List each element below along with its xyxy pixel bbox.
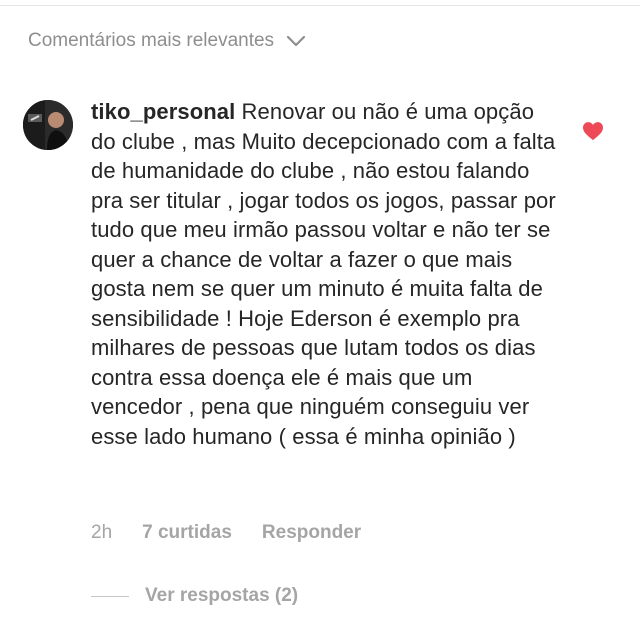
comment-text: Renovar ou não é uma opção do clube , ma… <box>91 99 556 449</box>
view-replies-button[interactable]: Ver respostas (2) <box>91 585 298 607</box>
comment-body: tiko_personal Renovar ou não é uma opção… <box>91 97 561 451</box>
likes-count-link[interactable]: 7 curtidas <box>142 522 232 544</box>
chevron-down-icon <box>286 35 306 47</box>
reply-button[interactable]: Responder <box>262 522 361 544</box>
heart-icon[interactable] <box>582 121 604 141</box>
avatar[interactable] <box>23 100 73 150</box>
top-divider <box>0 5 640 6</box>
avatar-photo <box>23 100 73 150</box>
replies-divider <box>91 595 129 597</box>
comment-meta: 2h 7 curtidas Responder <box>91 522 361 544</box>
sort-label: Comentários mais relevantes <box>28 30 275 51</box>
comment-username[interactable]: tiko_personal <box>91 99 235 124</box>
comment-time: 2h <box>91 522 113 543</box>
view-replies-label: Ver respostas (2) <box>145 585 299 606</box>
sort-dropdown[interactable]: Comentários mais relevantes <box>28 30 306 52</box>
